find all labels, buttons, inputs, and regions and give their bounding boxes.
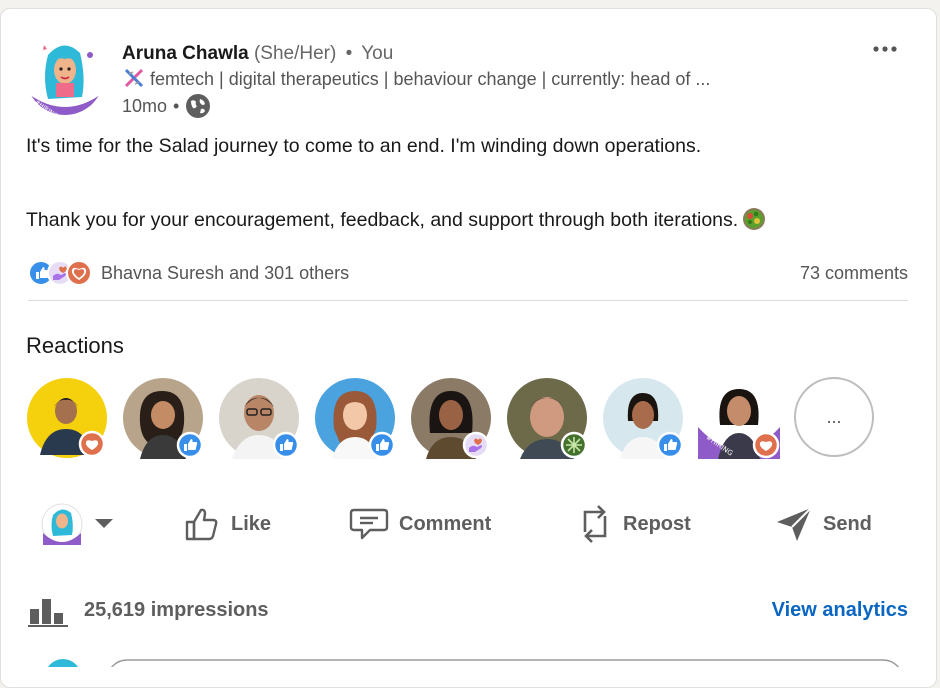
author-pronouns: (She/Her) — [253, 43, 337, 64]
reactors-summary[interactable]: Bhavna Suresh and 301 others — [101, 263, 349, 284]
send-icon — [777, 507, 812, 541]
social-counts: Bhavna Suresh and 301 others 73 comments — [28, 259, 908, 287]
post-card: #HIRING Aruna Chawla (She/Her) • You fem… — [0, 8, 937, 688]
time-separator: • — [173, 95, 180, 116]
post-meta: 10mo • — [122, 93, 211, 119]
view-analytics-link[interactable]: View analytics — [772, 599, 908, 622]
composer-avatar — [48, 659, 78, 667]
caret-down-icon — [95, 519, 113, 528]
impressions-row: 25,619 impressions View analytics — [28, 595, 908, 629]
author-avatar[interactable]: #HIRING — [26, 37, 104, 115]
reactor-avatar-8[interactable]: #HIRING — [698, 377, 780, 459]
headline-text: femtech | digital therapeutics | behavio… — [150, 69, 711, 89]
post-time[interactable]: 10mo — [122, 96, 167, 117]
post-text-line-1: It's time for the Salad journey to come … — [26, 135, 702, 157]
love-reaction-icon — [66, 260, 92, 286]
more-options-icon[interactable] — [870, 37, 900, 61]
divider — [28, 300, 908, 301]
thumbs-up-icon — [185, 508, 218, 541]
support-badge-icon — [462, 431, 490, 459]
comment-icon — [349, 508, 389, 540]
reactor-avatar-4[interactable] — [314, 377, 396, 459]
comment-label: Comment — [399, 512, 492, 535]
comments-count[interactable]: 73 comments — [800, 263, 908, 284]
like-button[interactable]: Like — [183, 497, 271, 551]
repost-icon — [583, 505, 607, 543]
relation-label: You — [361, 43, 394, 64]
comment-composer-peek — [1, 649, 940, 667]
send-button[interactable]: Send — [775, 497, 872, 551]
comment-button[interactable]: Comment — [349, 497, 491, 551]
post-text-line-2: Thank you for your encouragement, feedba… — [26, 207, 766, 232]
send-label: Send — [823, 512, 872, 535]
comment-composer[interactable] — [1, 649, 940, 667]
action-bar: Like Comment Repost Send — [1, 497, 940, 551]
reactor-avatar-2[interactable] — [122, 377, 204, 459]
dna-icon — [124, 68, 144, 88]
more-reactors-label: ... — [826, 406, 842, 427]
more-reactors-button[interactable]: ... — [794, 377, 874, 457]
globe-icon — [186, 94, 211, 118]
author-headline: femtech | digital therapeutics | behavio… — [122, 68, 710, 90]
like-label: Like — [231, 512, 272, 535]
reaction-icons[interactable] — [28, 259, 94, 287]
post-text-line-2-content: Thank you for your encouragement, feedba… — [26, 209, 739, 231]
user-avatar-small — [41, 503, 83, 545]
reactions-title: Reactions — [26, 333, 124, 358]
repost-button[interactable]: Repost — [577, 497, 691, 551]
author-name[interactable]: Aruna Chawla — [122, 43, 249, 64]
bar-chart-icon — [28, 599, 68, 627]
reactor-avatar-5[interactable] — [410, 377, 492, 459]
reactor-avatar-1[interactable] — [26, 377, 108, 459]
impressions-count: 25,619 impressions — [84, 599, 269, 621]
comment-input-box — [110, 659, 900, 667]
reactor-avatar-6[interactable] — [506, 377, 588, 459]
reaction-identity-selector[interactable] — [41, 497, 115, 551]
author-line: Aruna Chawla (She/Her) • You — [122, 43, 393, 65]
reactor-avatar-7[interactable] — [602, 377, 684, 459]
reactor-avatar-3[interactable] — [218, 377, 300, 459]
repost-label: Repost — [623, 512, 691, 535]
salad-emoji-icon — [743, 208, 766, 230]
separator-dot: • — [345, 43, 353, 64]
